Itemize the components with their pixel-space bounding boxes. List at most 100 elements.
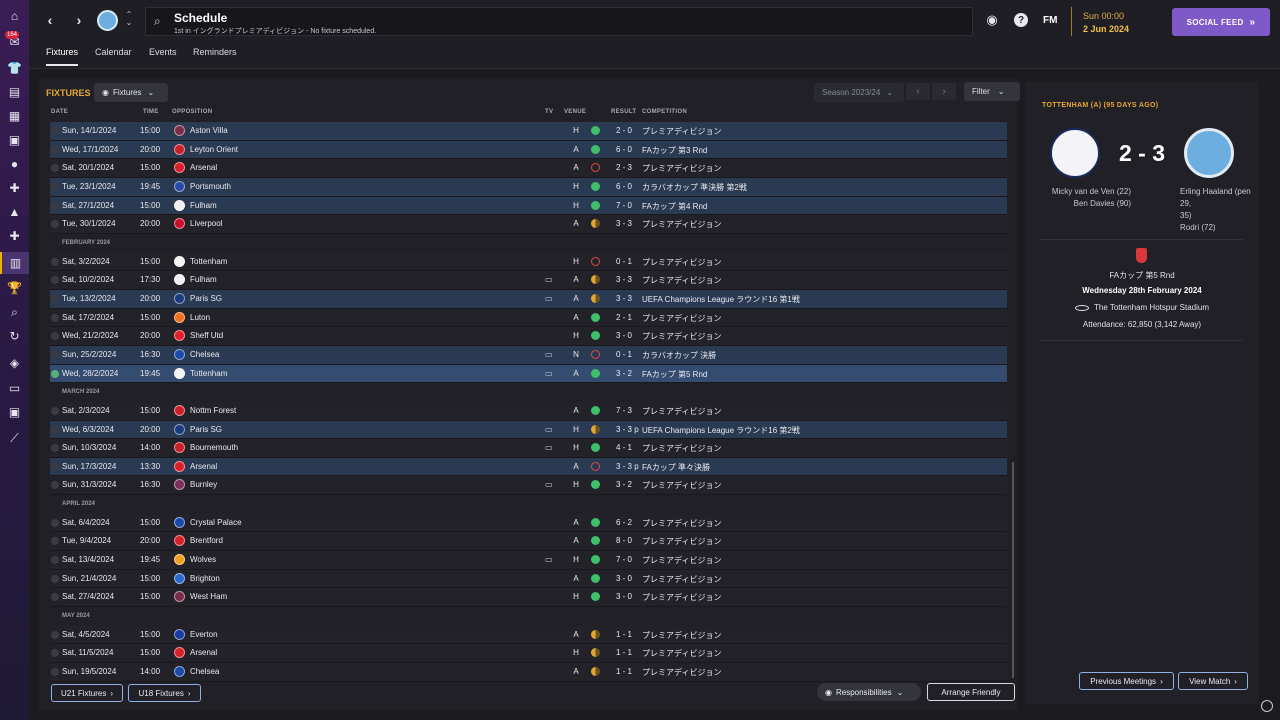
club-crest-icon[interactable] [174, 591, 185, 603]
fixture-score[interactable]: 0 - 1 [616, 350, 642, 359]
fixture-opposition[interactable]: Tottenham [190, 257, 227, 266]
view-dropdown[interactable]: ◉ Fixtures ⌄ [94, 83, 168, 102]
transfers-icon[interactable]: ✚ [7, 228, 22, 243]
club-crest-icon[interactable] [174, 143, 185, 155]
fixture-score[interactable]: 3 - 3 p [616, 462, 642, 471]
fixture-score[interactable]: 6 - 0 [616, 182, 642, 191]
fixture-row[interactable]: Sat, 2/3/2024 15:00 Nottm Forest A 7 - 3 プレミア… [50, 401, 1007, 421]
fixture-opposition[interactable]: Tottenham [190, 369, 227, 378]
fixture-score[interactable]: 6 - 0 [616, 145, 642, 154]
fixture-row[interactable]: Sat, 13/4/2024 19:45 Wolves ▭ H 7 - 0 プレミアディビジ… [50, 551, 1007, 570]
fixture-score[interactable]: 6 - 2 [616, 518, 642, 527]
club-crest-icon[interactable] [174, 292, 185, 304]
club-crest-icon[interactable] [174, 367, 185, 379]
fixture-opposition[interactable]: Aston Villa [190, 126, 228, 135]
continue-date[interactable]: Sun 00:00 2 Jun 2024 [1071, 7, 1154, 36]
club-crest-icon[interactable] [174, 666, 185, 678]
season-dropdown[interactable]: Season 2023/24 ⌄ [814, 83, 904, 102]
club-crest-icon[interactable] [174, 274, 185, 286]
view-match-button[interactable]: View Match › [1178, 672, 1248, 690]
man-city-crest-icon[interactable] [1184, 128, 1234, 178]
fixture-score[interactable]: 3 - 2 [616, 369, 642, 378]
next-page-button[interactable]: › [932, 83, 956, 100]
fixture-row[interactable]: Sat, 20/1/2024 15:00 Arsenal A 2 - 3 プレミアディビジ… [50, 159, 1007, 178]
fixture-row[interactable]: Sat, 10/2/2024 17:30 Fulham ▭ A 3 - 3 プレミアディビジ… [50, 271, 1007, 290]
fixture-row[interactable]: Sun, 19/5/2024 14:00 Chelsea A 1 - 1 プレミアディビジ… [50, 663, 1007, 682]
squad-icon[interactable]: 👕 [7, 60, 22, 75]
medical-icon[interactable]: ✚ [7, 180, 22, 195]
col-opposition[interactable]: OPPOSITION [172, 109, 212, 115]
fixture-row[interactable]: Wed, 17/1/2024 20:00 Leyton Orient A 6 - 0 FA… [50, 140, 1007, 160]
fixture-competition[interactable]: プレミアディビジョン [642, 313, 721, 324]
club-crest-icon[interactable] [174, 330, 185, 342]
fixture-row[interactable]: Sat, 3/2/2024 15:00 Tottenham H 0 - 1 プレミアディビ… [50, 252, 1007, 272]
fixture-competition[interactable]: プレミアディビジョン [642, 163, 721, 174]
fixture-score[interactable]: 3 - 2 [616, 480, 642, 489]
fixture-row[interactable]: Tue, 30/1/2024 20:00 Liverpool A 3 - 3 プレミアディ… [50, 215, 1007, 234]
col-tv[interactable]: TV [545, 109, 553, 115]
fixture-competition[interactable]: カラバオカップ 決勝 [642, 350, 716, 361]
col-result[interactable]: RESULT [611, 109, 636, 115]
dev-centre-icon[interactable]: ▣ [7, 404, 22, 419]
fixture-row[interactable]: Sat, 4/5/2024 15:00 Everton A 1 - 1 プレミアディビジョ… [50, 625, 1007, 645]
club-vision-icon[interactable]: ◈ [7, 355, 22, 370]
data-hub-icon[interactable]: ⟋ [7, 430, 22, 445]
training-icon[interactable]: ● [7, 156, 22, 171]
fixture-opposition[interactable]: Brentford [190, 536, 223, 545]
fixture-row[interactable]: Sat, 11/5/2024 15:00 Arsenal H 1 - 1 プレミアディビジ… [50, 644, 1007, 664]
fixture-competition[interactable]: プレミアディビジョン [642, 406, 721, 417]
previous-meetings-button[interactable]: Previous Meetings › [1079, 672, 1174, 690]
club-crest-icon[interactable] [174, 628, 185, 640]
fixture-competition[interactable]: プレミアディビジョン [642, 667, 721, 678]
fixture-competition[interactable]: UEFA Champions League ラウンド16 第1戦 [642, 294, 800, 305]
fixture-row[interactable]: Sun, 10/3/2024 14:00 Bournemouth ▭ H 4 - 1 プレミ… [50, 439, 1007, 458]
fixture-row[interactable]: Sun, 14/1/2024 15:00 Aston Villa H 2 - 0 プレミア… [50, 122, 1007, 141]
fixture-score[interactable]: 3 - 3 [616, 294, 642, 303]
finances-icon[interactable]: ▭ [7, 380, 22, 395]
club-crest-icon[interactable] [174, 479, 185, 491]
fixture-score[interactable]: 7 - 3 [616, 406, 642, 415]
club-switch-icon[interactable]: ⌃ ⌄ [124, 11, 134, 27]
fixture-score[interactable]: 7 - 0 [616, 555, 642, 564]
fixture-opposition[interactable]: Arsenal [190, 648, 217, 657]
title-box[interactable]: ⌕ Schedule 1st in イングランドプレミアディビジョン - No … [145, 7, 973, 36]
club-crest-icon[interactable] [174, 125, 185, 136]
fixture-score[interactable]: 3 - 3 [616, 219, 642, 228]
tab-events[interactable]: Events [149, 47, 177, 64]
fixture-row[interactable]: Tue, 9/4/2024 20:00 Brentford A 8 - 0 プレミアディビ… [50, 532, 1007, 552]
help-icon[interactable]: ? [1014, 13, 1028, 27]
filter-dropdown[interactable]: Filter ⌄ [964, 82, 1020, 101]
fixture-competition[interactable]: プレミアディビジョン [642, 592, 721, 603]
fixture-competition[interactable]: プレミアディビジョン [642, 331, 721, 342]
fixture-opposition[interactable]: Portsmouth [190, 182, 231, 191]
schedule-icon[interactable]: ▥ [0, 252, 29, 274]
fixture-row[interactable]: Wed, 6/3/2024 20:00 Paris SG ▭ H 3 - 3 p UEFA … [50, 420, 1007, 440]
arrange-friendly-button[interactable]: Arrange Friendly [927, 683, 1015, 701]
fixture-opposition[interactable]: Paris SG [190, 425, 222, 434]
fixture-competition[interactable]: プレミアディビジョン [642, 275, 721, 286]
fixture-competition[interactable]: プレミアディビジョン [642, 126, 721, 137]
fixture-competition[interactable]: プレミアディビジョン [642, 555, 721, 566]
fixture-row[interactable]: Sat, 27/1/2024 15:00 Fulham H 7 - 0 FAカップ 第4 … [50, 196, 1007, 216]
fixture-opposition[interactable]: Everton [190, 630, 218, 639]
club-crest-icon[interactable] [174, 199, 185, 211]
fixture-score[interactable]: 8 - 0 [616, 536, 642, 545]
fixture-row[interactable]: Sun, 21/4/2024 15:00 Brighton A 3 - 0 プレミアディビ… [50, 569, 1007, 589]
fixture-opposition[interactable]: Burnley [190, 480, 217, 489]
fixture-competition[interactable]: プレミアディビジョン [642, 630, 721, 641]
club-crest-icon[interactable] [174, 460, 185, 472]
fixture-opposition[interactable]: West Ham [190, 592, 227, 601]
fixture-opposition[interactable]: Nottm Forest [190, 406, 236, 415]
club-crest-icon[interactable] [174, 162, 185, 174]
fixture-score[interactable]: 3 - 0 [616, 592, 642, 601]
fixture-row[interactable]: Sun, 31/3/2024 16:30 Burnley ▭ H 3 - 2 プレミアディビ… [50, 476, 1007, 496]
fixture-opposition[interactable]: Sheff Utd [190, 331, 223, 340]
club-crest-icon[interactable] [174, 516, 185, 528]
staff-icon[interactable]: ▣ [7, 132, 22, 147]
fixture-row[interactable]: Tue, 13/2/2024 20:00 Paris SG ▭ A 3 - 3 UEFA C… [50, 289, 1007, 309]
fixture-opposition[interactable]: Fulham [190, 201, 217, 210]
search-icon[interactable]: ⌕ [7, 304, 22, 319]
fixture-opposition[interactable]: Chelsea [190, 667, 219, 676]
fixture-row[interactable]: Wed, 28/2/2024 19:45 Tottenham ▭ A 3 - 2 FAカップ… [50, 364, 1007, 384]
scrollbar[interactable] [1012, 462, 1014, 678]
